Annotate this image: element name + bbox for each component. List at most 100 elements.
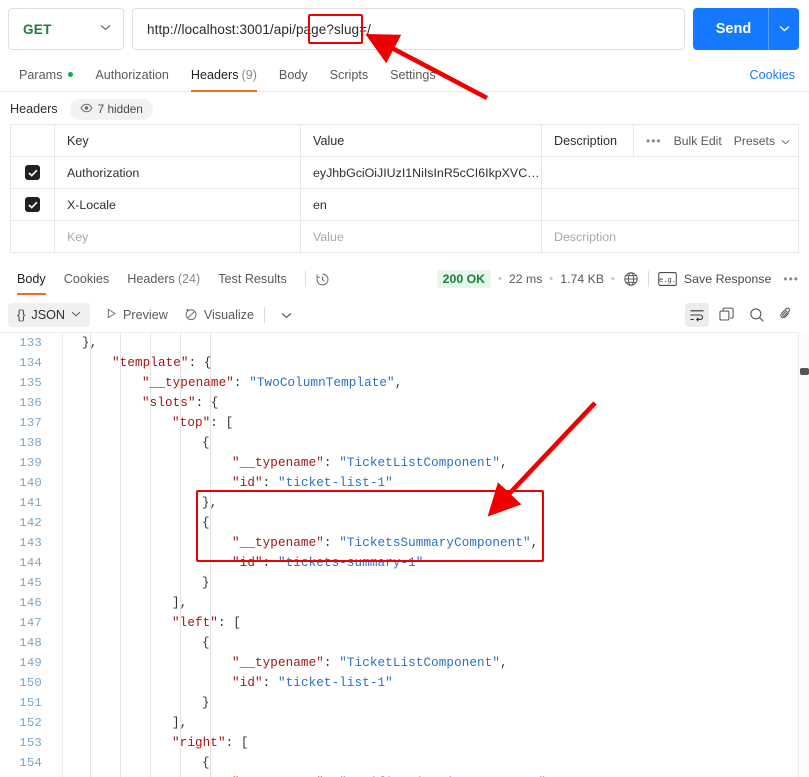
table-row[interactable]: Authorization eyJhbGciOiJIUzI1NiIsInR5cC… <box>11 157 798 189</box>
code-token: : [ <box>210 416 234 430</box>
viewer-action-icons <box>685 298 799 332</box>
code-line: 152], <box>0 713 809 733</box>
code-line-content: "left": [ <box>52 613 809 633</box>
http-method-selector[interactable]: GET <box>8 8 124 50</box>
row-checkbox-cell-empty[interactable] <box>11 221 55 252</box>
code-token: "__typename" <box>232 456 324 470</box>
code-token: : <box>323 536 340 550</box>
code-line-number: 135 <box>19 376 42 390</box>
code-token: , <box>530 536 539 550</box>
visualize-button-label: Visualize <box>203 308 254 322</box>
code-line-content: "slots": { <box>52 393 809 413</box>
code-scrollbar-thumb[interactable] <box>800 368 809 375</box>
hidden-headers-badge[interactable]: 7 hidden <box>69 98 153 120</box>
response-body-json-viewer[interactable]: 133}, 134 "template": {135 "__typename": "T… <box>0 332 809 777</box>
url-input[interactable]: http://localhost:3001/api/page?slug=/ <box>132 8 685 50</box>
table-row[interactable]: X-Locale en <box>11 189 798 221</box>
response-tab-headers-count: (24) <box>177 272 201 286</box>
tab-authorization-label: Authorization <box>95 67 169 82</box>
code-line-number: 134 <box>19 356 42 370</box>
select-all-cell[interactable] <box>11 125 55 156</box>
row-checkbox-cell[interactable] <box>11 157 55 188</box>
code-line: 133}, <box>0 333 809 353</box>
code-token: "slots" <box>142 396 196 410</box>
visualize-sparkle-icon <box>184 307 198 324</box>
response-tab-test-results-label: Test Results <box>218 272 287 286</box>
response-tab-test-results[interactable]: Test Results <box>209 262 296 296</box>
code-line-content: "top": [ <box>52 413 809 433</box>
code-line-number: 147 <box>19 616 42 630</box>
tab-headers[interactable]: Headers (9) <box>180 58 268 92</box>
tab-settings-label: Settings <box>390 67 436 82</box>
code-vertical-scrollbar[interactable] <box>798 332 809 777</box>
code-line-content: "right": [ <box>52 733 809 753</box>
table-row-new[interactable]: Key Value Description <box>11 221 798 253</box>
response-tab-body[interactable]: Body <box>8 262 55 296</box>
code-token: : { <box>195 396 219 410</box>
code-token: , <box>500 656 508 670</box>
params-modified-dot-icon <box>68 72 74 77</box>
send-button[interactable]: Send <box>693 8 799 50</box>
presets-button-label: Presets <box>733 133 776 148</box>
code-line-content: "__typename": "TicketListComponent", <box>52 453 809 473</box>
tab-settings[interactable]: Settings <box>379 58 447 92</box>
code-token: "TicketListComponent" <box>339 656 501 670</box>
presets-button[interactable]: Presets <box>734 134 791 148</box>
cookies-link[interactable]: Cookies <box>750 58 796 92</box>
send-options-chevron-down-icon[interactable] <box>769 24 799 35</box>
visualize-button[interactable]: Visualize <box>184 307 254 324</box>
wrap-text-icon[interactable] <box>685 303 709 327</box>
response-tab-cookies[interactable]: Cookies <box>55 262 119 296</box>
response-viewer-toolbar: {} JSON Preview Visualize <box>0 298 809 332</box>
code-token: "__typename" <box>232 656 324 670</box>
response-format-selector[interactable]: {} JSON <box>8 303 91 327</box>
code-line: 146], <box>0 593 809 613</box>
history-clock-icon[interactable] <box>315 272 330 287</box>
globe-icon[interactable] <box>623 271 639 287</box>
copy-icon[interactable] <box>715 303 739 327</box>
save-response-label[interactable]: Save Response <box>684 272 771 286</box>
response-tab-headers[interactable]: Headers (24) <box>118 262 209 296</box>
search-icon[interactable] <box>745 303 769 327</box>
code-line-number: 148 <box>19 636 42 650</box>
code-line-content: }, <box>52 333 809 353</box>
new-header-key-input[interactable]: Key <box>67 230 88 244</box>
code-line: 145} <box>0 573 809 593</box>
response-time: 22 ms <box>508 272 543 286</box>
save-response-icon[interactable]: e.g. <box>658 272 677 286</box>
tab-body[interactable]: Body <box>268 58 319 92</box>
code-token: ], <box>172 716 188 730</box>
code-token: "id" <box>232 476 263 490</box>
viewer-more-chevron-down-icon[interactable] <box>264 307 292 323</box>
code-token: , <box>500 456 508 470</box>
tab-headers-label: Headers <box>190 67 239 82</box>
checkbox-checked-icon[interactable] <box>25 197 40 212</box>
tab-params[interactable]: Params <box>8 58 84 92</box>
column-header-value: Value <box>313 133 345 148</box>
code-line-number: 153 <box>19 736 42 750</box>
meta-separator: • <box>498 273 502 285</box>
code-line-content: { <box>52 633 809 653</box>
table-more-options-icon[interactable]: ••• <box>646 134 662 148</box>
link-icon[interactable] <box>775 303 799 327</box>
row-checkbox-cell[interactable] <box>11 189 55 220</box>
new-header-value-input[interactable]: Value <box>313 230 344 244</box>
tab-scripts-label: Scripts <box>329 67 369 82</box>
code-line-content: "__typename": "TicketsSummaryComponent", <box>52 533 809 553</box>
checkbox-checked-icon[interactable] <box>25 165 40 180</box>
bulk-edit-button[interactable]: Bulk Edit <box>674 134 722 148</box>
braces-icon: {} <box>17 308 26 322</box>
code-line-number: 145 <box>19 576 42 590</box>
preview-button[interactable]: Preview <box>106 308 168 322</box>
new-header-description-input[interactable]: Description <box>554 230 616 244</box>
code-line-content: { <box>52 753 809 773</box>
code-line-content: "__typename": "NotificationListComponent… <box>52 773 809 777</box>
response-size: 1.74 KB <box>560 272 605 286</box>
tab-authorization[interactable]: Authorization <box>84 58 180 92</box>
status-badge: 200 OK <box>436 270 492 288</box>
code-token: }, <box>82 336 98 350</box>
response-more-options-icon[interactable]: ••• <box>783 272 799 286</box>
code-line-content: } <box>52 573 809 593</box>
header-value: en <box>313 197 327 212</box>
tab-scripts[interactable]: Scripts <box>319 58 380 92</box>
